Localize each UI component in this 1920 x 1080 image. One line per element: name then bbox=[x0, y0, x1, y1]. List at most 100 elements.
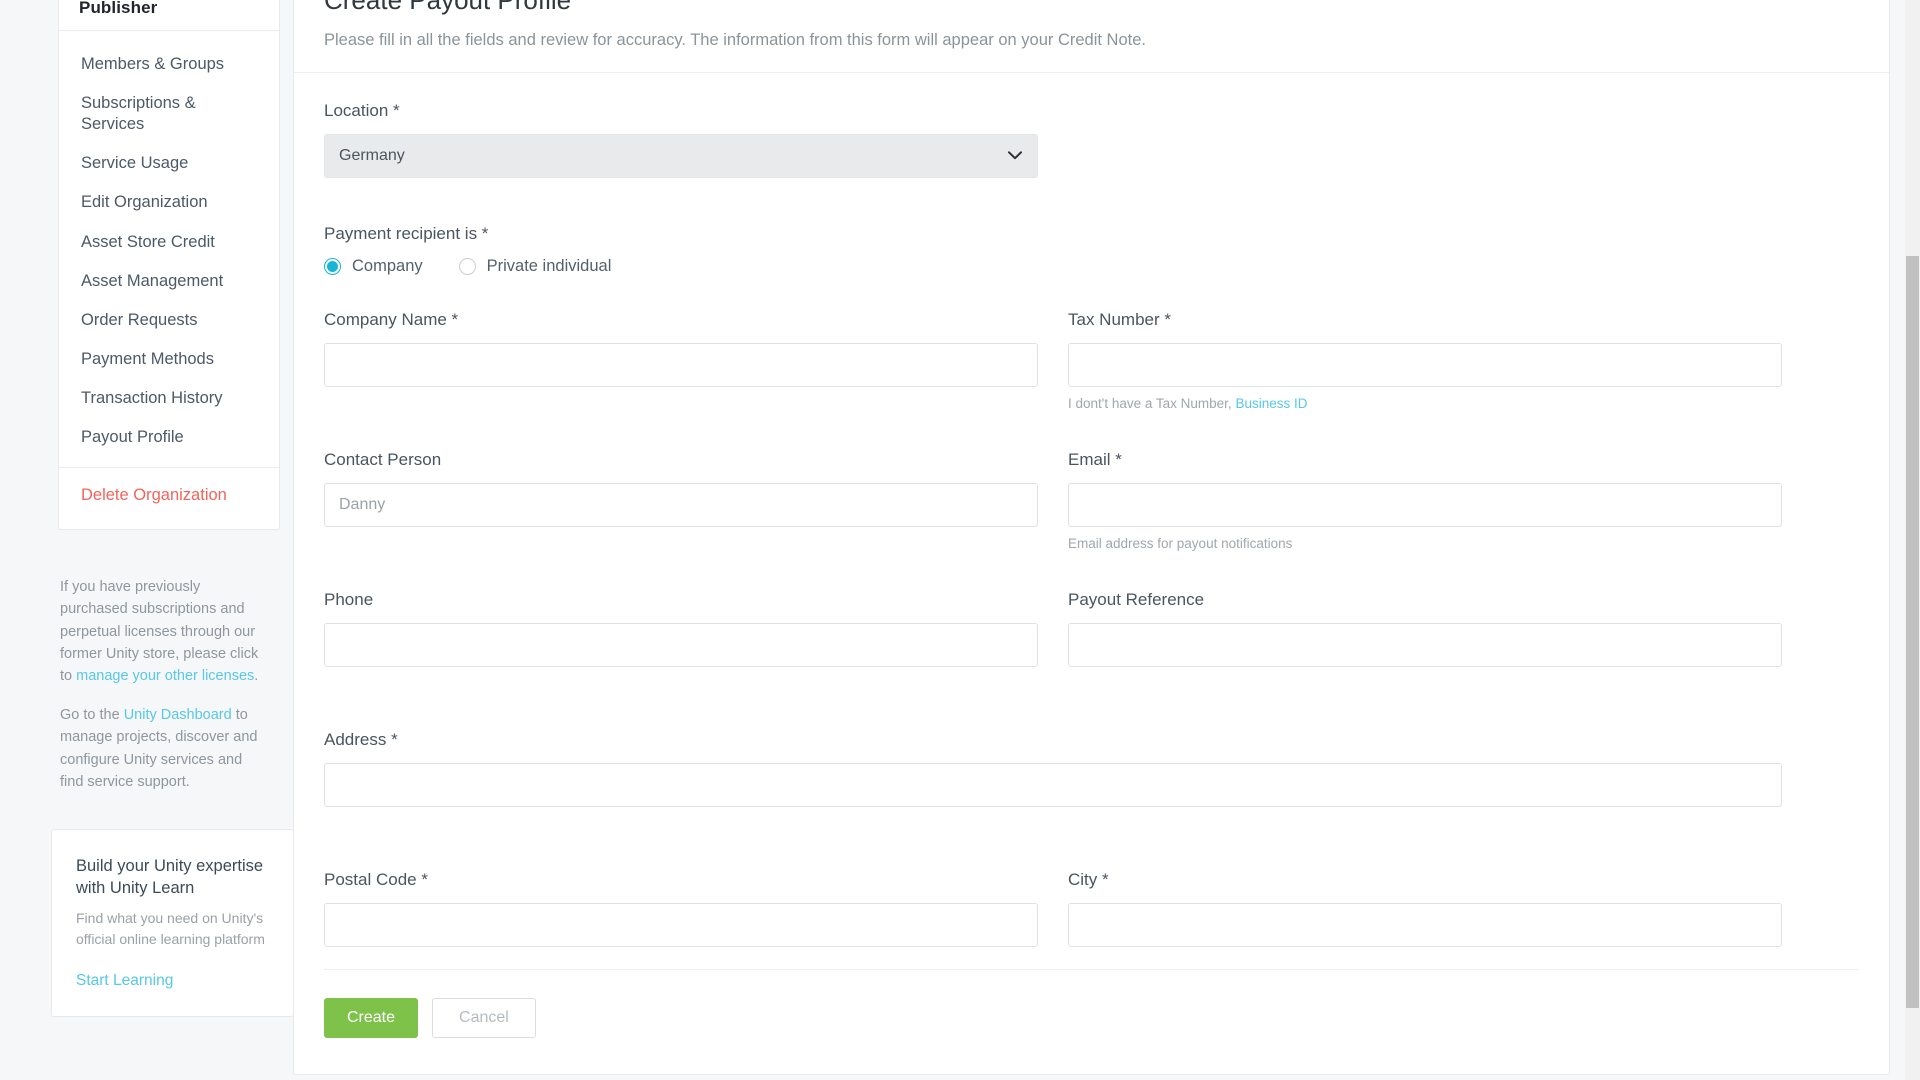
email-label: Email * bbox=[1068, 449, 1122, 469]
postal-code-input[interactable] bbox=[324, 902, 1038, 947]
row-contact-email: Contact Person Email * Email address for… bbox=[324, 450, 1859, 552]
field-phone: Phone bbox=[324, 590, 1038, 692]
radio-option-private-individual[interactable]: Private individual bbox=[458, 256, 612, 276]
sidebar-item-subscriptions-services[interactable]: Subscriptions & Services bbox=[59, 84, 279, 144]
business-id-link[interactable]: Business ID bbox=[1235, 396, 1307, 411]
row-phone-reference: Phone Payout Reference bbox=[324, 590, 1859, 692]
row-company-tax: Company Name * Tax Number * I dont't hav… bbox=[324, 310, 1859, 412]
app-root: Publisher Members & Groups Subscriptions… bbox=[0, 0, 1920, 1080]
sidebar-item-members-groups[interactable]: Members & Groups bbox=[59, 45, 279, 84]
unity-dashboard-note: Go to the Unity Dashboard to manage proj… bbox=[60, 704, 268, 793]
tax-number-label: Tax Number * bbox=[1068, 309, 1171, 329]
sidebar-item-payment-methods[interactable]: Payment Methods bbox=[59, 340, 279, 379]
spacer-row-3 bbox=[324, 692, 1859, 730]
unity-learn-card: Build your Unity expertise with Unity Le… bbox=[51, 828, 294, 1018]
sidebar: Publisher Members & Groups Subscriptions… bbox=[0, 0, 294, 1080]
cancel-button[interactable]: Cancel bbox=[432, 997, 536, 1038]
address-input[interactable] bbox=[324, 762, 1782, 807]
unity-learn-subtitle: Find what you need on Unity's official o… bbox=[76, 910, 265, 948]
sidebar-item-asset-store-credit[interactable]: Asset Store Credit bbox=[59, 223, 279, 262]
spacer-row-2 bbox=[324, 552, 1859, 590]
sidebar-item-asset-management[interactable]: Asset Management bbox=[59, 262, 279, 301]
sidebar-item-edit-organization[interactable]: Edit Organization bbox=[59, 183, 279, 222]
payout-reference-input[interactable] bbox=[1068, 622, 1782, 667]
city-input[interactable] bbox=[1068, 902, 1782, 947]
location-select-value: Germany bbox=[339, 146, 405, 164]
sidebar-danger-divider bbox=[59, 467, 279, 469]
contact-person-label: Contact Person bbox=[324, 449, 442, 469]
phone-help bbox=[324, 676, 1038, 692]
create-button[interactable]: Create bbox=[324, 997, 419, 1038]
field-email: Email * Email address for payout notific… bbox=[1068, 450, 1782, 552]
radio-selected-icon bbox=[324, 257, 341, 275]
location-select[interactable]: Germany bbox=[324, 133, 1038, 178]
sidebar-item-service-usage[interactable]: Service Usage bbox=[59, 144, 279, 183]
form-actions: Create Cancel bbox=[294, 970, 1889, 1074]
sidebar-item-payout-profile[interactable]: Payout Profile bbox=[59, 418, 279, 457]
page-title: Create Payout Profile bbox=[324, 0, 572, 15]
radio-label-company: Company bbox=[352, 256, 423, 275]
sidebar-item-order-requests[interactable]: Order Requests bbox=[59, 301, 279, 340]
radio-option-company[interactable]: Company bbox=[324, 257, 423, 276]
company-name-input[interactable] bbox=[324, 342, 1038, 387]
address-label: Address * bbox=[324, 729, 398, 749]
unity-dashboard-link[interactable]: Unity Dashboard bbox=[124, 707, 232, 723]
company-name-help bbox=[324, 396, 1038, 412]
field-location: Location * Germany bbox=[324, 101, 1859, 178]
field-payment-recipient: Payment recipient is * Company Private i… bbox=[324, 224, 1859, 276]
sidebar-nav-card: Publisher Members & Groups Subscriptions… bbox=[58, 0, 280, 531]
location-label: Location * bbox=[324, 100, 400, 120]
spacer-row-4 bbox=[324, 832, 1859, 870]
contact-person-input[interactable] bbox=[324, 482, 1038, 527]
field-city: City * bbox=[1068, 870, 1782, 947]
spacer-row-1 bbox=[324, 412, 1859, 450]
legacy-licenses-note: If you have previously purchased subscri… bbox=[60, 576, 268, 687]
radio-label-private-individual: Private individual bbox=[486, 256, 612, 275]
email-input[interactable] bbox=[1068, 482, 1782, 527]
spacer-after-location bbox=[324, 186, 1859, 224]
field-tax-number: Tax Number * I dont't have a Tax Number,… bbox=[1068, 310, 1782, 412]
legacy-licenses-text-2: . bbox=[254, 668, 259, 684]
radio-unselected-icon bbox=[458, 257, 476, 275]
page-subtitle: Please fill in all the fields and review… bbox=[324, 30, 1146, 49]
main-area: Create Payout Profile Please fill in all… bbox=[290, 0, 1920, 1080]
field-contact-person: Contact Person bbox=[324, 450, 1038, 552]
sidebar-item-transaction-history[interactable]: Transaction History bbox=[59, 379, 279, 418]
field-payout-reference: Payout Reference bbox=[1068, 590, 1782, 692]
phone-label: Phone bbox=[324, 589, 374, 609]
unity-learn-title: Build your Unity expertise with Unity Le… bbox=[76, 856, 264, 897]
sidebar-title: Publisher bbox=[79, 0, 158, 17]
company-name-label: Company Name * bbox=[324, 309, 459, 329]
sidebar-title-divider bbox=[59, 30, 279, 31]
row-postal-city: Postal Code * City * bbox=[324, 870, 1859, 947]
payment-recipient-options: Company Private individual bbox=[324, 257, 1859, 276]
tax-number-help-text: I dont't have a Tax Number, bbox=[1068, 395, 1236, 411]
page-scrollbar[interactable] bbox=[1905, 0, 1920, 1080]
page-scrollbar-thumb[interactable] bbox=[1906, 256, 1919, 1008]
form-header: Create Payout Profile Please fill in all… bbox=[294, 0, 1889, 72]
tax-number-input[interactable] bbox=[1068, 342, 1782, 387]
payout-profile-form: Location * Germany Payment recipient is … bbox=[294, 73, 1889, 970]
city-label: City * bbox=[1068, 869, 1109, 889]
payment-recipient-label: Payment recipient is * bbox=[324, 223, 489, 243]
payout-reference-label: Payout Reference bbox=[1068, 589, 1205, 609]
sidebar-item-delete-organization[interactable]: Delete Organization bbox=[59, 476, 279, 515]
address-help bbox=[324, 816, 1782, 832]
postal-code-label: Postal Code * bbox=[324, 869, 428, 889]
field-address: Address * bbox=[324, 730, 1782, 832]
dashboard-text-1: Go to the bbox=[60, 707, 124, 724]
start-learning-link[interactable]: Start Learning bbox=[76, 972, 269, 990]
manage-other-licenses-link[interactable]: manage your other licenses bbox=[76, 668, 254, 684]
email-help: Email address for payout notifications bbox=[1068, 535, 1293, 551]
phone-input[interactable] bbox=[324, 622, 1038, 667]
payout-reference-help bbox=[1068, 676, 1782, 692]
payout-profile-card: Create Payout Profile Please fill in all… bbox=[293, 0, 1890, 1075]
sidebar-info-block: If you have previously purchased subscri… bbox=[58, 576, 280, 793]
location-select-wrap: Germany bbox=[324, 133, 1038, 178]
sidebar-nav-list: Members & Groups Subscriptions & Service… bbox=[59, 45, 279, 457]
field-postal-code: Postal Code * bbox=[324, 870, 1038, 947]
contact-person-help bbox=[324, 536, 1038, 552]
field-company-name: Company Name * bbox=[324, 310, 1038, 412]
row-address: Address * bbox=[324, 730, 1859, 832]
tax-number-help: I dont't have a Tax Number, Business ID bbox=[1068, 396, 1782, 412]
